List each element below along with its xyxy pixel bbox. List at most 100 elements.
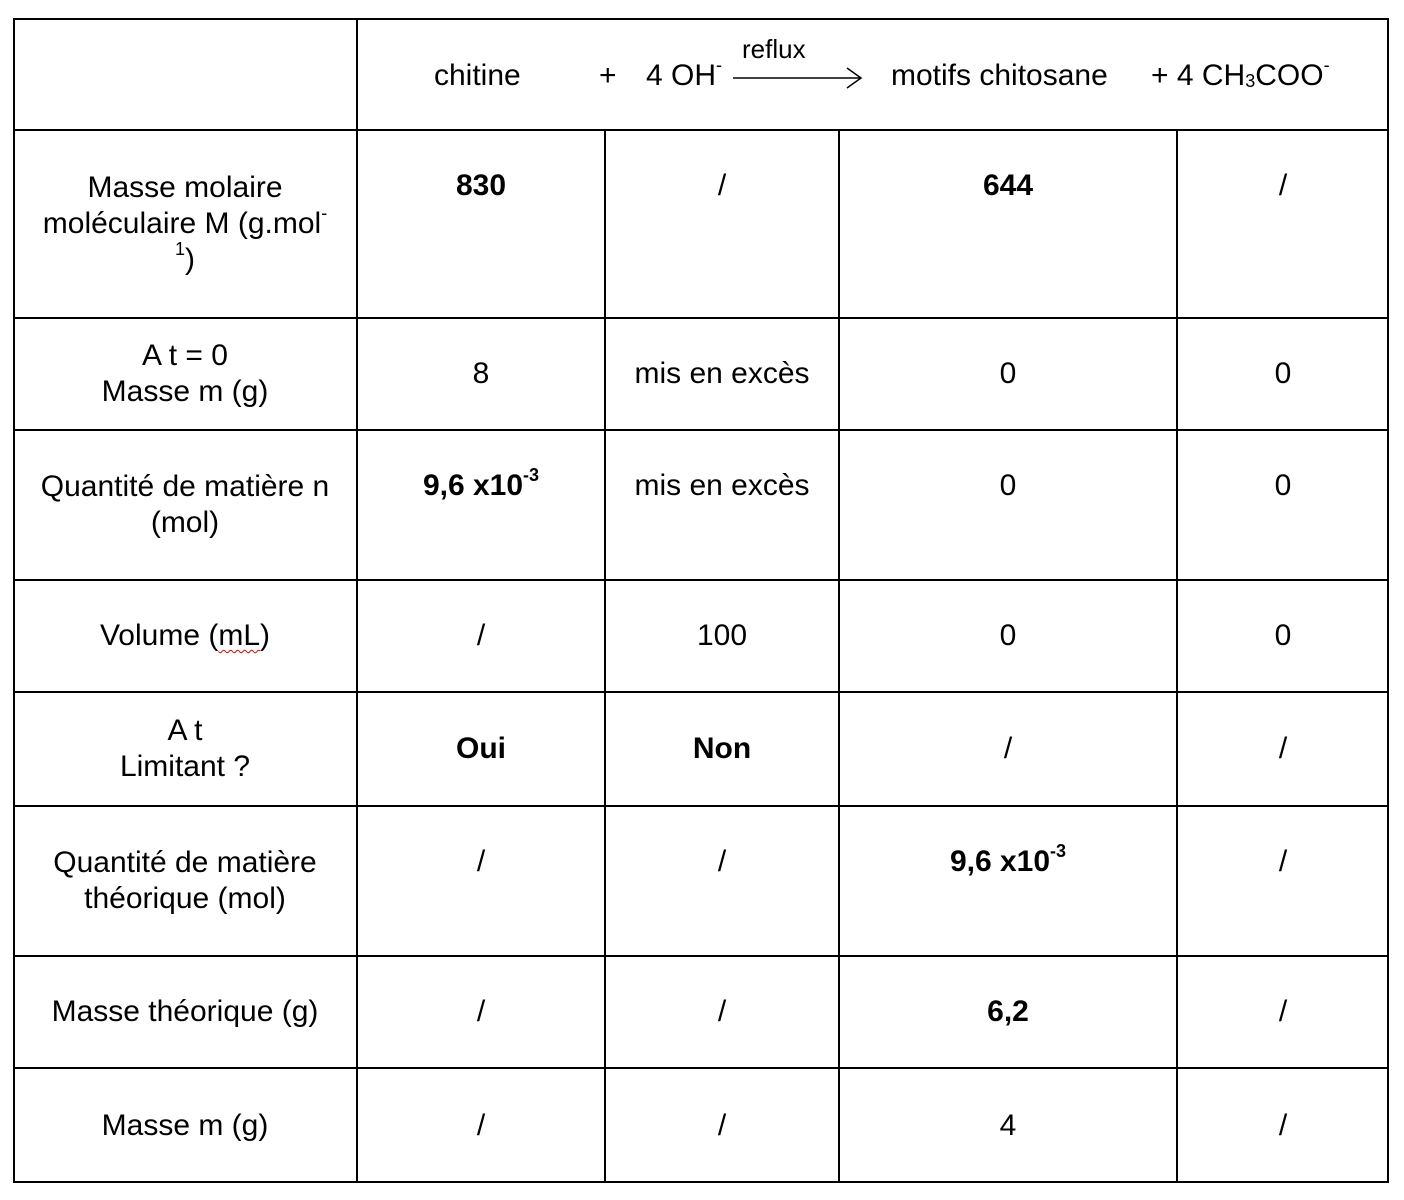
cell-value: / (718, 844, 726, 880)
table-cell: 9,6 x10-3 (839, 806, 1177, 956)
table-cell: / (839, 692, 1177, 806)
charge: - (1323, 55, 1330, 75)
table-cell: / (605, 1068, 839, 1183)
product-acetate: + 4 CH3COO- (1151, 55, 1330, 94)
label-line: Quantité de matière (53, 846, 317, 879)
cell-value: / (718, 168, 726, 204)
label-line: A t = 0 (142, 339, 228, 372)
cell-value: 9,6 x10-3 (950, 841, 1067, 880)
cell-text: / (1278, 169, 1288, 202)
cell-value: 6,2 (987, 994, 1029, 1030)
row-label: Masse théorique (g) (13, 956, 357, 1068)
cell-text: / (717, 1108, 727, 1142)
cell-value: mis en excès (634, 356, 809, 392)
label-text: Volume ( (99, 619, 219, 652)
label-line: Quantité de matière n (40, 470, 330, 503)
cell-text: 8 (472, 357, 490, 390)
label-unit: mL (218, 619, 261, 652)
exponent: -3 (523, 465, 540, 485)
table-cell: / (605, 956, 839, 1068)
table-cell: / (1177, 1068, 1389, 1183)
cell-value: / (477, 618, 485, 654)
superscript: 1 (174, 239, 185, 259)
cell-text: 0 (999, 357, 1017, 390)
table-cell: 644 (839, 130, 1177, 318)
table-cell: 0 (1177, 430, 1389, 580)
table-cell: / (357, 1068, 605, 1183)
cell-value: / (1279, 1108, 1287, 1144)
cell-text: 0 (999, 619, 1017, 652)
table-cell: 9,6 x10-3 (357, 430, 605, 580)
cell-value: mis en excès (634, 468, 809, 504)
table-cell: 0 (1177, 318, 1389, 430)
table-cell: 0 (839, 580, 1177, 692)
table-cell: 0 (839, 430, 1177, 580)
cell-value: 100 (697, 618, 747, 654)
label-line: théorique (mol) (84, 882, 286, 915)
cell-value: 830 (456, 168, 506, 204)
table-cell: 0 (839, 318, 1177, 430)
row-label: A t Limitant ? (13, 692, 357, 806)
acetate-a: + 4 CH (1151, 59, 1246, 92)
table-cell: 830 (357, 130, 605, 318)
table-cell: / (605, 130, 839, 318)
cell-text: 100 (696, 619, 748, 652)
acetate-b: COO (1255, 59, 1324, 92)
table-cell: / (357, 956, 605, 1068)
cell-value: 9,6 x10-3 (422, 465, 540, 504)
cell-value: Oui (456, 731, 506, 767)
cell-text: / (1003, 732, 1013, 765)
label-line: A t (167, 714, 203, 747)
table-cell: mis en excès (605, 318, 839, 430)
cell-text: 9,6 x10 (422, 469, 524, 502)
reactant-hydroxide: 4 OH- (646, 56, 722, 94)
cell-value: / (477, 994, 485, 1030)
table-cell: / (605, 806, 839, 956)
label-text: ) (185, 243, 195, 276)
plus-sign: + (599, 59, 617, 92)
row-label: Quantité de matière n (mol) (13, 430, 357, 580)
cell-value: / (718, 1108, 726, 1144)
label-line: Masse m (g) (101, 1108, 269, 1142)
cell-text: / (476, 845, 486, 878)
table-cell: / (1177, 130, 1389, 318)
cell-value: / (718, 994, 726, 1030)
cell-text: / (717, 169, 727, 202)
cell-text: / (1278, 995, 1288, 1028)
cell-text: 4 (999, 1108, 1017, 1142)
cell-text: / (476, 619, 486, 652)
cell-text: Non (692, 732, 752, 765)
cell-text: / (476, 995, 486, 1028)
exponent: -3 (1050, 841, 1067, 861)
cell-text: 830 (455, 169, 507, 202)
table-cell: 4 (839, 1068, 1177, 1183)
cell-text: 0 (999, 469, 1017, 502)
cell-value: Non (693, 731, 751, 767)
product-chitosane: motifs chitosane (891, 59, 1108, 92)
reactant-chitine: chitine (434, 59, 521, 92)
cell-text: / (1278, 732, 1288, 765)
row-label: Masse molaire moléculaire M (g.mol- 1) (13, 130, 357, 318)
cell-value: / (1279, 731, 1287, 767)
cell-text: 644 (982, 169, 1034, 202)
cell-value: 0 (1000, 356, 1017, 392)
cell-value: 0 (1000, 468, 1017, 504)
cell-text: 0 (1274, 469, 1292, 502)
table-cell: mis en excès (605, 430, 839, 580)
superscript: - (321, 203, 328, 223)
cell-text: mis en excès (634, 357, 810, 390)
label-line: moléculaire M (g.mol- (43, 203, 328, 242)
cell-value: / (1004, 731, 1012, 767)
cell-value: 0 (1275, 618, 1292, 654)
cell-text: 0 (1274, 357, 1292, 390)
cell-value: 8 (473, 356, 490, 392)
row-label: Volume (mL) (13, 580, 357, 692)
label-line: Limitant ? (119, 750, 251, 783)
cell-text: / (717, 845, 727, 878)
label-line: Masse m (g) (101, 375, 269, 408)
table-cell: Oui (357, 692, 605, 806)
reaction-condition: reflux (742, 34, 806, 64)
label-line: 1) (174, 239, 195, 278)
table-cell: / (1177, 806, 1389, 956)
table-cell: 100 (605, 580, 839, 692)
